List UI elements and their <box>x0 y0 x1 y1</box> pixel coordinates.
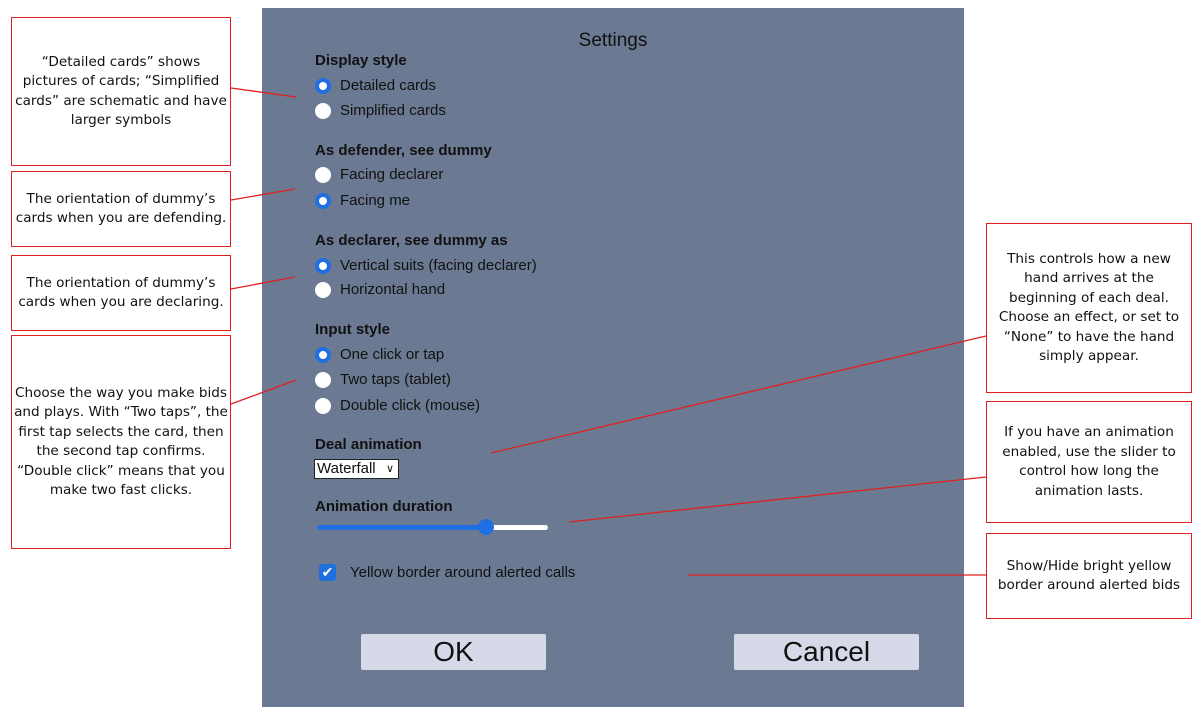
radio-label: Facing declarer <box>340 166 444 183</box>
radio-label: Vertical suits (facing declarer) <box>340 257 537 274</box>
radio-unselected-icon <box>315 103 331 119</box>
annotation-display-style: “Detailed cards” shows pictures of cards… <box>11 17 231 166</box>
radio-label: Detailed cards <box>340 77 436 94</box>
radio-unselected-icon <box>315 167 331 183</box>
annotation-deal-animation: This controls how a new hand arrives at … <box>986 223 1192 393</box>
declarer-dummy-heading: As declarer, see dummy as <box>315 232 508 249</box>
settings-dialog: Settings Display style Detailed cards Si… <box>262 8 964 707</box>
radio-detailed-cards[interactable]: Detailed cards <box>315 76 436 96</box>
deal-animation-select[interactable]: Waterfall ∨ <box>314 459 399 479</box>
deal-animation-heading: Deal animation <box>315 436 422 453</box>
radio-label: One click or tap <box>340 346 445 363</box>
radio-label: Facing me <box>340 192 411 209</box>
annotation-declarer-dummy: The orientation of dummy’s cards when yo… <box>11 255 231 331</box>
slider-thumb[interactable] <box>477 519 494 535</box>
radio-facing-declarer[interactable]: Facing declarer <box>315 165 443 185</box>
annotation-yellow-border: Show/Hide bright yellow border around al… <box>986 533 1192 619</box>
input-style-heading: Input style <box>315 321 391 338</box>
radio-simplified-cards[interactable]: Simplified cards <box>315 101 446 121</box>
radio-selected-icon <box>315 78 331 94</box>
radio-selected-icon <box>315 193 331 209</box>
radio-horizontal-hand[interactable]: Horizontal hand <box>315 280 445 300</box>
yellow-border-checkbox[interactable]: ✔ <box>319 564 336 581</box>
yellow-border-label: Yellow border around alerted calls <box>350 564 576 581</box>
radio-label: Two taps (tablet) <box>340 371 451 388</box>
radio-unselected-icon <box>315 398 331 414</box>
radio-vertical-suits[interactable]: Vertical suits (facing declarer) <box>315 256 537 276</box>
display-style-heading: Display style <box>315 52 407 69</box>
annotation-animation-duration: If you have an animation enabled, use th… <box>986 401 1192 523</box>
ok-button[interactable]: OK <box>361 634 546 670</box>
checkmark-icon: ✔ <box>321 564 334 580</box>
radio-one-click[interactable]: One click or tap <box>315 345 444 365</box>
radio-facing-me[interactable]: Facing me <box>315 191 410 211</box>
radio-double-click[interactable]: Double click (mouse) <box>315 396 480 416</box>
select-value: Waterfall <box>317 460 376 477</box>
radio-unselected-icon <box>315 372 331 388</box>
slider-fill <box>317 525 486 530</box>
defender-dummy-heading: As defender, see dummy <box>315 142 492 159</box>
radio-selected-icon <box>315 347 331 363</box>
animation-duration-slider[interactable] <box>317 519 548 535</box>
annotation-defender-dummy: The orientation of dummy’s cards when yo… <box>11 171 231 247</box>
radio-label: Double click (mouse) <box>340 397 481 414</box>
animation-duration-heading: Animation duration <box>315 498 453 515</box>
annotation-input-style: Choose the way you make bids and plays. … <box>11 335 231 549</box>
radio-label: Simplified cards <box>340 102 446 119</box>
dialog-title: Settings <box>578 30 648 51</box>
radio-selected-icon <box>315 258 331 274</box>
radio-label: Horizontal hand <box>340 281 446 298</box>
chevron-down-icon: ∨ <box>385 463 394 475</box>
radio-two-taps[interactable]: Two taps (tablet) <box>315 370 451 390</box>
radio-unselected-icon <box>315 282 331 298</box>
cancel-button[interactable]: Cancel <box>734 634 919 670</box>
